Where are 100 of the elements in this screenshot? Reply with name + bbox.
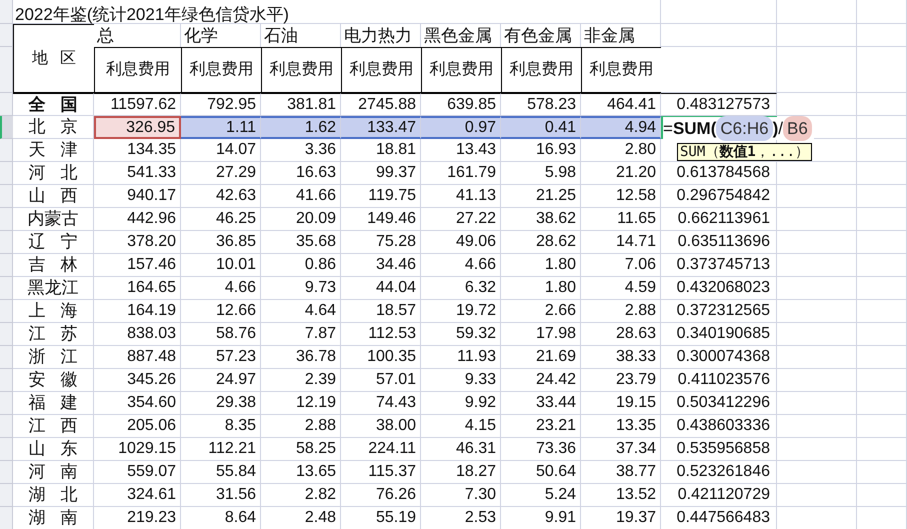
row-header[interactable] [0, 484, 13, 507]
cell-reference: C6:H6 [716, 116, 773, 142]
formula-input[interactable]: =SUM( C6:H6 )/ B6 [663, 117, 814, 140]
row-label: 江 苏 [28, 323, 78, 346]
row-header[interactable] [0, 139, 13, 162]
table-cell-text: 4.59 [624, 278, 656, 298]
table-cell-text: 13.52 [616, 485, 656, 505]
row-header[interactable] [0, 0, 13, 24]
table-cell-text: 5.24 [544, 485, 576, 505]
row-label: 安 徽 [28, 369, 78, 392]
table-cell-text: 33.44 [536, 393, 576, 413]
empty-cell [857, 162, 907, 185]
table-cell-text: 27.22 [456, 209, 496, 229]
table-cell-text: 378.20 [127, 232, 176, 252]
table-cell-text: 464.41 [607, 94, 656, 114]
table-cell-text: 11.65 [617, 209, 656, 229]
table-cell-text: 8.64 [224, 508, 256, 528]
table-cell-text: 1.62 [304, 118, 336, 138]
row-header[interactable] [0, 93, 13, 116]
table-cell-text: 119.75 [368, 186, 416, 206]
table-cell-text: 16.93 [536, 140, 576, 160]
table-cell-text: 112.21 [208, 439, 256, 459]
row-header[interactable] [0, 208, 13, 231]
table-cell-text: 23.79 [616, 370, 656, 390]
table-cell-text: 112.53 [368, 324, 416, 344]
row-header[interactable] [0, 162, 13, 185]
column-header: 非金属 [584, 26, 635, 45]
empty-cell [857, 0, 907, 24]
table-cell-text: 12.19 [296, 393, 336, 413]
table-cell-text: 541.33 [127, 163, 176, 183]
table-cell-text: 0.296754842 [676, 186, 770, 206]
column-subheader: 利息费用 [590, 60, 654, 80]
row-header[interactable] [0, 507, 13, 529]
empty-cell [857, 277, 907, 300]
table-cell-text: 11.93 [457, 347, 496, 367]
table-cell-text: 9.33 [464, 370, 496, 390]
table-cell-text: 24.42 [536, 370, 576, 390]
row-label: 山 东 [28, 438, 78, 460]
column-subheader: 利息费用 [350, 60, 414, 80]
table-cell-text: 0.613784568 [676, 163, 770, 183]
table-cell-text: 161.79 [447, 163, 496, 183]
table-cell-text: 16.63 [296, 163, 336, 183]
table-cell-text: 4.64 [304, 301, 336, 321]
row-header[interactable] [0, 392, 13, 415]
table-cell-text: 74.43 [376, 393, 416, 413]
empty-cell [857, 139, 907, 162]
table-cell-text: 578.23 [527, 94, 576, 114]
row-header[interactable] [0, 116, 13, 139]
sheet-title: 2022年鉴(统计2021年绿色信贷水平) [15, 4, 289, 26]
table-cell-text: 792.95 [207, 94, 256, 114]
row-header[interactable] [0, 438, 13, 461]
table-cell-text: 4.66 [464, 255, 496, 275]
table-cell-text: 9.92 [464, 393, 496, 413]
row-header[interactable] [0, 323, 13, 346]
table-cell-text: 44.04 [376, 278, 416, 298]
table-cell-text: 9.73 [304, 278, 336, 298]
table-cell-text: 50.64 [536, 462, 576, 482]
table-cell-text: 57.23 [216, 347, 256, 367]
table-cell-text: 940.17 [127, 186, 176, 206]
table-cell-text: 381.81 [287, 94, 336, 114]
table-cell-text: 38.33 [616, 347, 656, 367]
table-cell-text: 2.82 [304, 485, 336, 505]
table-cell-text: 14.07 [216, 140, 256, 160]
row-label: 山 西 [28, 185, 78, 208]
table-cell-text: 3.36 [304, 140, 336, 160]
column-subheader: 利息费用 [430, 60, 494, 80]
table-cell-text: 76.26 [376, 485, 416, 505]
table-cell-text: 133.47 [367, 118, 416, 138]
row-header[interactable] [0, 254, 13, 277]
table-cell-text: 4.94 [624, 118, 656, 138]
table-cell-text: 9.91 [544, 508, 576, 528]
row-header[interactable] [0, 461, 13, 484]
table-cell-text: 0.535956858 [676, 439, 770, 459]
row-header[interactable] [0, 369, 13, 392]
table-cell-text: 28.62 [536, 232, 576, 252]
row-label: 浙 江 [28, 346, 78, 368]
empty-cell [857, 461, 907, 484]
row-label: 福 建 [28, 392, 78, 414]
table-cell-text: 37.34 [616, 439, 656, 459]
table-cell-text: 18.27 [456, 462, 496, 482]
row-header[interactable] [0, 415, 13, 438]
row-label: 全 国 [28, 94, 78, 116]
table-cell-text: 0.411023576 [678, 370, 770, 390]
row-header[interactable] [0, 231, 13, 254]
table-cell-text: 14.71 [616, 232, 656, 252]
table-cell-text: 24.97 [216, 370, 256, 390]
row-header[interactable] [0, 346, 13, 369]
row-header[interactable] [0, 185, 13, 208]
table-cell-text: 1.80 [544, 255, 576, 275]
row-header[interactable] [0, 300, 13, 323]
table-cell-text: 73.36 [536, 439, 576, 459]
row-label: 内蒙古 [28, 208, 78, 230]
table-cell-text: 2.39 [304, 370, 336, 390]
empty-cell [857, 231, 907, 254]
table-cell-text: 38.62 [536, 209, 576, 229]
table-cell-text: 100.35 [367, 347, 416, 367]
table-cell-text: 58.25 [296, 439, 336, 459]
table-cell-text: 55.84 [216, 462, 256, 482]
table-cell-text: 326.95 [126, 118, 175, 138]
row-header[interactable] [0, 277, 13, 300]
